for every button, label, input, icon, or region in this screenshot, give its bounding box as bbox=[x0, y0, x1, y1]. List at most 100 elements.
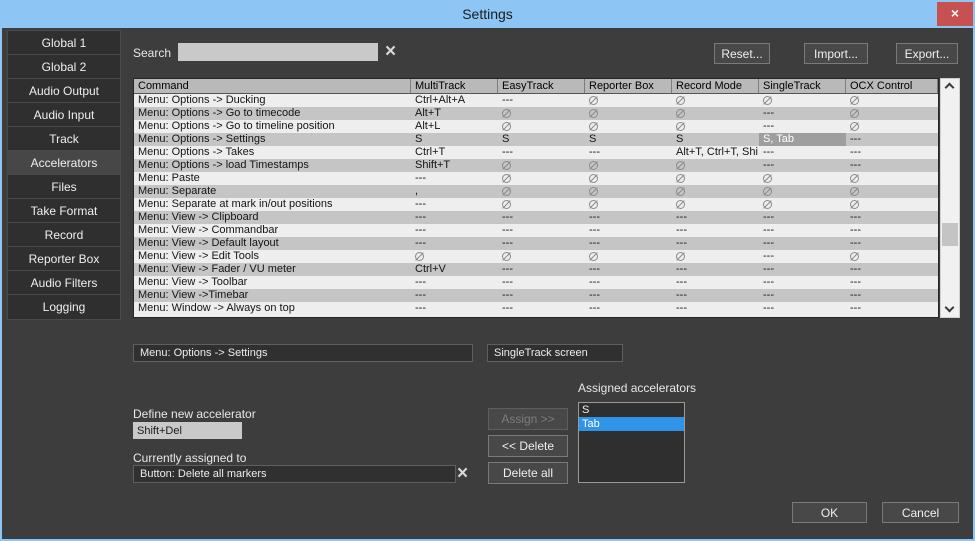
table-cell[interactable]: --- bbox=[846, 211, 938, 224]
table-cell[interactable]: --- bbox=[672, 302, 759, 315]
sidebar-item-global-2[interactable]: Global 2 bbox=[8, 55, 120, 79]
cancel-button[interactable]: Cancel bbox=[882, 502, 959, 523]
table-cell[interactable] bbox=[498, 120, 585, 133]
sidebar-item-audio-filters[interactable]: Audio Filters bbox=[8, 271, 120, 295]
table-cell[interactable]: --- bbox=[759, 107, 846, 120]
table-cell[interactable]: --- bbox=[411, 211, 498, 224]
table-cell[interactable]: --- bbox=[672, 289, 759, 302]
table-cell[interactable]: --- bbox=[498, 237, 585, 250]
table-cell[interactable]: --- bbox=[759, 250, 846, 263]
sidebar-item-audio-input[interactable]: Audio Input bbox=[8, 103, 120, 127]
table-cell[interactable]: Alt+T, Ctrl+T, Shi bbox=[672, 146, 759, 159]
sidebar-item-audio-output[interactable]: Audio Output bbox=[8, 79, 120, 103]
scroll-down-button[interactable] bbox=[941, 302, 959, 317]
table-cell[interactable] bbox=[585, 159, 672, 172]
table-cell[interactable] bbox=[585, 172, 672, 185]
table-cell[interactable] bbox=[672, 120, 759, 133]
table-cell[interactable]: --- bbox=[846, 302, 938, 315]
table-cell[interactable]: --- bbox=[585, 146, 672, 159]
table-cell[interactable]: --- bbox=[585, 237, 672, 250]
table-cell[interactable]: --- bbox=[585, 302, 672, 315]
table-cell[interactable]: --- bbox=[585, 224, 672, 237]
table-cell[interactable] bbox=[672, 159, 759, 172]
table-cell[interactable]: --- bbox=[759, 237, 846, 250]
sidebar-item-files[interactable]: Files bbox=[8, 175, 120, 199]
table-cell[interactable]: --- bbox=[672, 237, 759, 250]
table-cell[interactable]: S, Tab bbox=[759, 133, 846, 146]
table-cell[interactable]: Shift+T bbox=[411, 159, 498, 172]
table-cell[interactable]: --- bbox=[846, 237, 938, 250]
table-cell[interactable]: --- bbox=[498, 276, 585, 289]
define-accelerator-input[interactable] bbox=[133, 422, 242, 439]
assigned-accelerator-item[interactable]: Tab bbox=[579, 417, 684, 431]
table-cell[interactable]: --- bbox=[759, 224, 846, 237]
table-cell[interactable] bbox=[672, 107, 759, 120]
table-cell[interactable] bbox=[672, 250, 759, 263]
table-cell[interactable]: --- bbox=[759, 263, 846, 276]
close-button[interactable]: × bbox=[937, 2, 973, 26]
table-cell[interactable]: --- bbox=[498, 302, 585, 315]
table-cell[interactable] bbox=[759, 172, 846, 185]
table-cell[interactable] bbox=[585, 250, 672, 263]
table-cell[interactable]: --- bbox=[498, 263, 585, 276]
table-cell[interactable]: --- bbox=[759, 276, 846, 289]
table-cell[interactable]: Menu: Window -> Always on top bbox=[134, 302, 411, 315]
reset-button[interactable]: Reset... bbox=[714, 43, 770, 64]
sidebar-item-accelerators[interactable]: Accelerators bbox=[8, 151, 120, 175]
table-cell[interactable]: Ctrl+Alt+A bbox=[411, 94, 498, 107]
table-cell[interactable] bbox=[672, 94, 759, 107]
table-cell[interactable] bbox=[846, 120, 938, 133]
table-cell[interactable]: Menu: Options -> Takes bbox=[134, 146, 411, 159]
sidebar-item-global-1[interactable]: Global 1 bbox=[8, 31, 120, 55]
table-cell[interactable]: Menu: View -> Fader / VU meter bbox=[134, 263, 411, 276]
table-cell[interactable]: --- bbox=[759, 302, 846, 315]
table-cell[interactable]: --- bbox=[846, 159, 938, 172]
sidebar-item-logging[interactable]: Logging bbox=[8, 295, 120, 319]
table-cell[interactable]: Alt+L bbox=[411, 120, 498, 133]
table-cell[interactable]: S bbox=[672, 133, 759, 146]
table-cell[interactable] bbox=[759, 198, 846, 211]
table-cell[interactable]: Menu: View -> Clipboard bbox=[134, 211, 411, 224]
table-cell[interactable]: Menu: Options -> Ducking bbox=[134, 94, 411, 107]
table-cell[interactable]: --- bbox=[585, 289, 672, 302]
table-cell[interactable]: --- bbox=[585, 276, 672, 289]
table-cell[interactable]: Menu: View -> Edit Tools bbox=[134, 250, 411, 263]
table-cell[interactable]: Menu: Separate at mark in/out positions bbox=[134, 198, 411, 211]
scroll-up-button[interactable] bbox=[941, 79, 959, 94]
table-cell[interactable] bbox=[498, 107, 585, 120]
table-cell[interactable] bbox=[585, 120, 672, 133]
table-cell[interactable]: Menu: Options -> Go to timeline position bbox=[134, 120, 411, 133]
table-cell[interactable]: Menu: Options -> Settings bbox=[134, 133, 411, 146]
table-cell[interactable]: --- bbox=[411, 302, 498, 315]
table-cell[interactable]: --- bbox=[411, 276, 498, 289]
table-cell[interactable]: --- bbox=[498, 289, 585, 302]
table-cell[interactable] bbox=[498, 185, 585, 198]
table-cell[interactable]: --- bbox=[759, 146, 846, 159]
table-cell[interactable]: Menu: View -> Default layout bbox=[134, 237, 411, 250]
table-cell[interactable]: --- bbox=[411, 172, 498, 185]
table-cell[interactable] bbox=[585, 94, 672, 107]
table-cell[interactable]: S bbox=[585, 133, 672, 146]
sidebar-item-reporter-box[interactable]: Reporter Box bbox=[8, 247, 120, 271]
assigned-accelerator-item[interactable]: S bbox=[579, 403, 684, 417]
table-cell[interactable]: --- bbox=[498, 224, 585, 237]
titlebar[interactable]: Settings bbox=[2, 2, 973, 28]
sidebar-item-track[interactable]: Track bbox=[8, 127, 120, 151]
table-cell[interactable]: Alt+T bbox=[411, 107, 498, 120]
table-cell[interactable]: --- bbox=[846, 146, 938, 159]
table-scrollbar[interactable] bbox=[940, 78, 960, 318]
table-cell[interactable]: --- bbox=[846, 263, 938, 276]
search-clear-icon[interactable]: × bbox=[385, 43, 396, 61]
table-cell[interactable]: --- bbox=[411, 198, 498, 211]
table-cell[interactable] bbox=[846, 198, 938, 211]
search-input[interactable] bbox=[178, 43, 378, 61]
table-cell[interactable]: --- bbox=[498, 146, 585, 159]
table-cell[interactable]: --- bbox=[759, 211, 846, 224]
table-cell[interactable]: Menu: View -> Toolbar bbox=[134, 276, 411, 289]
table-cell[interactable] bbox=[759, 94, 846, 107]
table-cell[interactable] bbox=[672, 185, 759, 198]
table-cell[interactable] bbox=[585, 198, 672, 211]
delete-button[interactable]: << Delete bbox=[488, 435, 568, 457]
table-cell[interactable] bbox=[585, 185, 672, 198]
table-cell[interactable] bbox=[846, 185, 938, 198]
